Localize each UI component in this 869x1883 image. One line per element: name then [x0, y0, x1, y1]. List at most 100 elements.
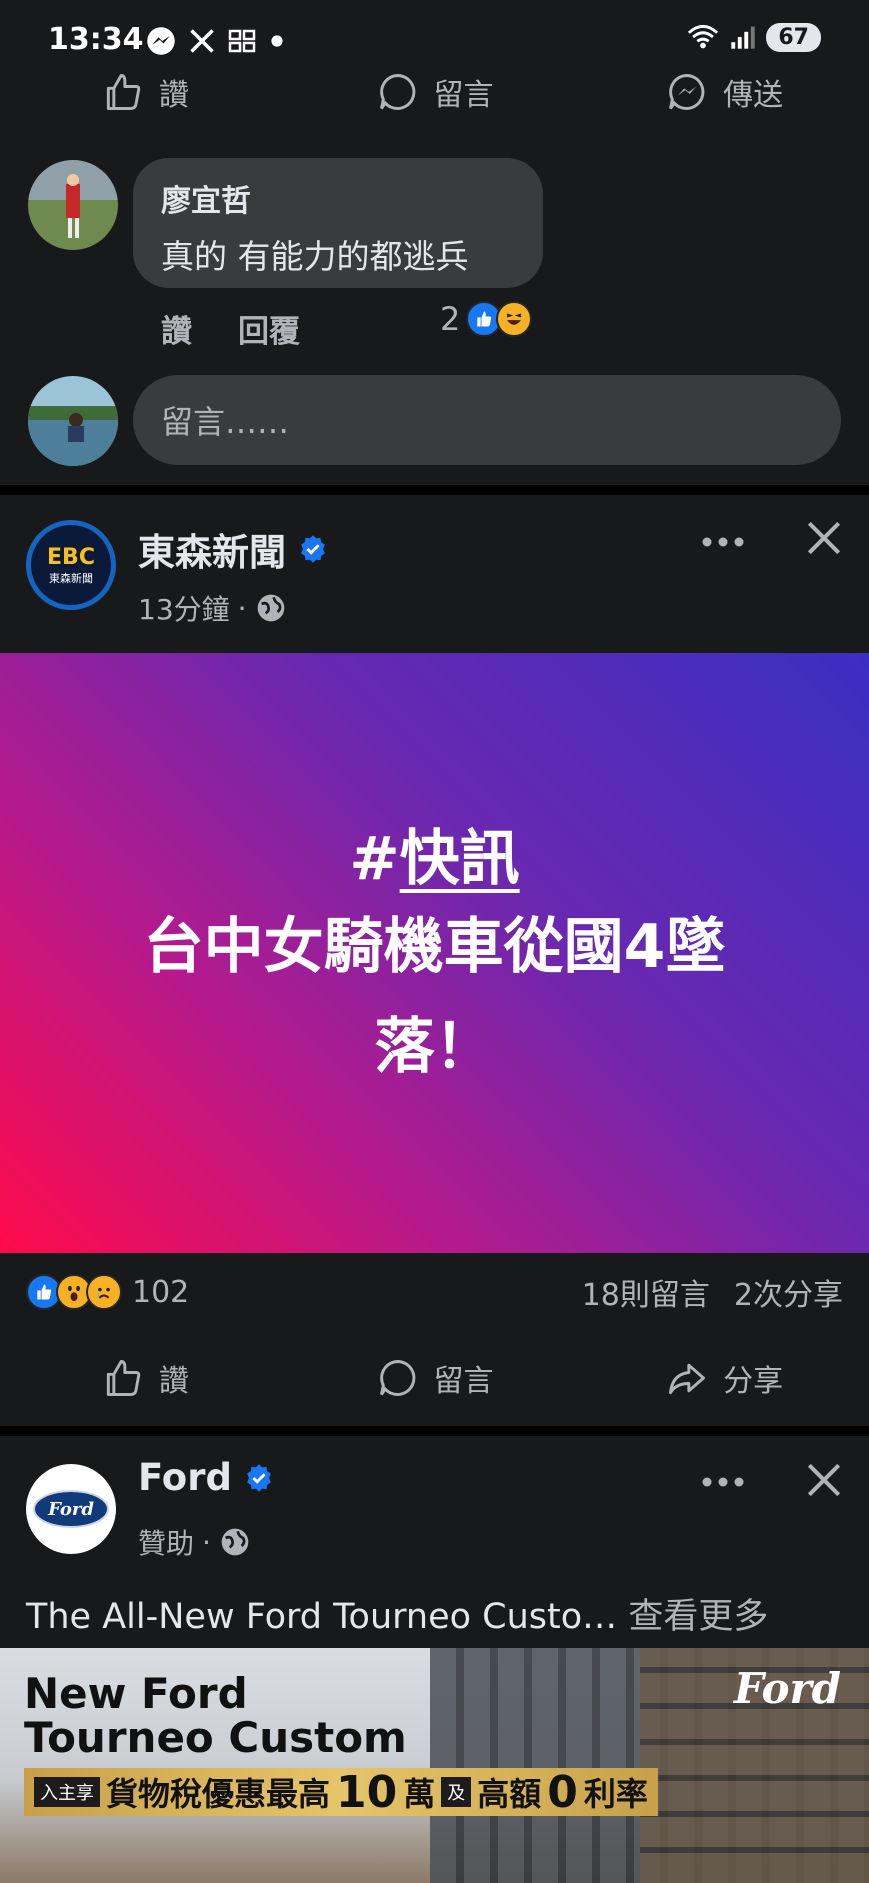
thumbs-up-icon	[106, 74, 141, 110]
comment-input[interactable]: 留言……	[133, 375, 841, 465]
prev-post-actions: 讚 留言 傳送	[0, 60, 869, 124]
send-button[interactable]: 傳送	[579, 60, 869, 124]
like-label: 讚	[158, 1364, 189, 1399]
page-name-text[interactable]: 東森新聞	[138, 522, 286, 576]
ad-banner-text3: 高額	[477, 1775, 542, 1813]
more-options-button[interactable]	[700, 1454, 746, 1500]
notification-icons	[146, 26, 284, 56]
verified-badge-icon	[301, 535, 325, 563]
comment-icon	[379, 1360, 415, 1396]
my-avatar[interactable]	[28, 376, 118, 466]
ad-banner-num1: 10	[336, 1766, 398, 1818]
ad-title-line1: New Ford	[24, 1669, 248, 1718]
globe-icon	[221, 1528, 249, 1556]
ad-banner-num2: 0	[547, 1766, 578, 1818]
system-icons: 67	[686, 22, 821, 52]
ebc-logo[interactable]: EBC 東森新聞	[26, 520, 116, 610]
ad-banner-text1: 貨物稅優惠最高	[106, 1775, 331, 1813]
shares-count[interactable]: 2次分享	[734, 1270, 843, 1314]
more-options-button[interactable]	[700, 514, 746, 560]
like-label: 讚	[158, 78, 189, 113]
news-hashtag[interactable]: #快訊	[349, 810, 519, 897]
ad-banner-text4: 利率	[583, 1775, 648, 1813]
page-name-text[interactable]: Ford	[138, 1456, 232, 1499]
comment-like-button[interactable]: 讚	[161, 306, 192, 351]
sponsored-label[interactable]: 贊助	[138, 1522, 194, 1562]
signal-icon	[731, 26, 756, 49]
ad-banner-text2: 萬	[403, 1775, 436, 1813]
post-meta: 13分鐘 ·	[138, 588, 287, 628]
ford-logo[interactable]: Ford	[26, 1464, 116, 1554]
news-headline-line1: 台中女騎機車從國4墜	[143, 911, 726, 982]
comment-label: 留言	[433, 78, 494, 113]
verified-badge-icon	[247, 1463, 271, 1492]
post-meta: 贊助 ·	[138, 1522, 251, 1562]
share-label: 分享	[723, 1364, 784, 1399]
comment-input-placeholder: 留言……	[161, 403, 290, 441]
share-button[interactable]: 分享	[579, 1346, 869, 1410]
see-more-link[interactable]: 查看更多	[628, 1597, 768, 1637]
news-headline-line2: 落！	[374, 1011, 495, 1082]
ad-promo-banner: 入主享 貨物稅優惠最高 10 萬 及 高額 0 利率	[24, 1766, 658, 1818]
ad-image[interactable]: New Ford Tourneo Custom 入主享 貨物稅優惠最高 10 萬…	[0, 1648, 869, 1883]
ad-banner-and: 及	[441, 1777, 472, 1807]
ad-title-line2: Tourneo Custom	[24, 1713, 407, 1762]
ad-caption: The All-New Ford Tourneo Custo… 查看更多	[26, 1588, 768, 1639]
comment-reply-button[interactable]: 回覆	[238, 306, 300, 351]
messenger-icon	[669, 74, 705, 110]
comments-count[interactable]: 18則留言	[582, 1270, 710, 1314]
comment-author[interactable]: 廖宜哲	[161, 176, 515, 220]
commenter-avatar[interactable]	[28, 160, 118, 250]
close-icon	[807, 521, 841, 555]
share-icon	[669, 1363, 706, 1395]
ad-ford-logo: Ford	[733, 1664, 841, 1713]
close-post-button[interactable]	[802, 516, 846, 560]
close-post-button[interactable]	[802, 1458, 846, 1502]
ad-banner-prefix: 入主享	[34, 1777, 100, 1807]
ford-oval-icon: Ford	[33, 1490, 109, 1528]
comment-button[interactable]: 留言	[290, 60, 580, 124]
battery-indicator: 67	[766, 22, 821, 52]
feed-divider	[0, 1426, 869, 1436]
close-icon	[807, 1463, 841, 1497]
reaction-summary[interactable]: 102	[26, 1274, 189, 1310]
comment-reaction-count: 2	[440, 300, 461, 338]
post-page-name[interactable]: Ford	[138, 1456, 274, 1499]
ebc-logo-subtext: 東森新聞	[49, 571, 93, 585]
comment-bubble[interactable]: 廖宜哲 真的 有能力的都逃兵	[133, 158, 543, 288]
news-image[interactable]: #快訊 台中女騎機車從國4墜 落！	[0, 653, 869, 1253]
more-dots-icon	[702, 1477, 744, 1487]
dot-icon	[271, 35, 283, 47]
post-counts: 18則留言 2次分享	[582, 1270, 843, 1314]
ad-title: New Ford Tourneo Custom	[24, 1672, 407, 1760]
like-button[interactable]: 讚	[0, 1346, 290, 1410]
wifi-icon	[688, 24, 719, 49]
reactions-count: 102	[132, 1274, 190, 1310]
like-button[interactable]: 讚	[0, 60, 290, 124]
post-time[interactable]: 13分鐘	[138, 588, 230, 628]
comment-label: 留言	[433, 1364, 494, 1399]
comment-reactions[interactable]: 2	[440, 300, 533, 338]
status-time: 13:34	[48, 22, 144, 57]
comment-text: 真的 有能力的都逃兵	[161, 237, 469, 276]
send-label: 傳送	[723, 78, 784, 113]
ad-caption-text: The All-New Ford Tourneo Custo…	[26, 1597, 618, 1637]
feed-divider	[0, 485, 869, 495]
news-hashtag-word: 快訊	[399, 823, 520, 894]
messenger-icon	[147, 27, 175, 55]
globe-icon	[257, 594, 284, 622]
comment-icon	[379, 74, 415, 110]
comment-actions: 讚 回覆	[161, 306, 300, 351]
momo-icon	[228, 29, 256, 53]
x-icon	[190, 29, 214, 53]
more-dots-icon	[702, 537, 744, 547]
haha-reaction-icon	[496, 301, 533, 337]
ford-logo-text: Ford	[48, 1498, 94, 1520]
comment-button[interactable]: 留言	[290, 1346, 580, 1410]
post-stats: 102 18則留言 2次分享	[26, 1270, 843, 1314]
post-page-name[interactable]: 東森新聞	[138, 522, 328, 576]
thumbs-up-icon	[106, 1360, 141, 1396]
ebc-logo-text: EBC	[47, 544, 95, 570]
sad-reaction-icon	[86, 1274, 122, 1310]
post-actions: 讚 留言 分享	[0, 1346, 869, 1410]
